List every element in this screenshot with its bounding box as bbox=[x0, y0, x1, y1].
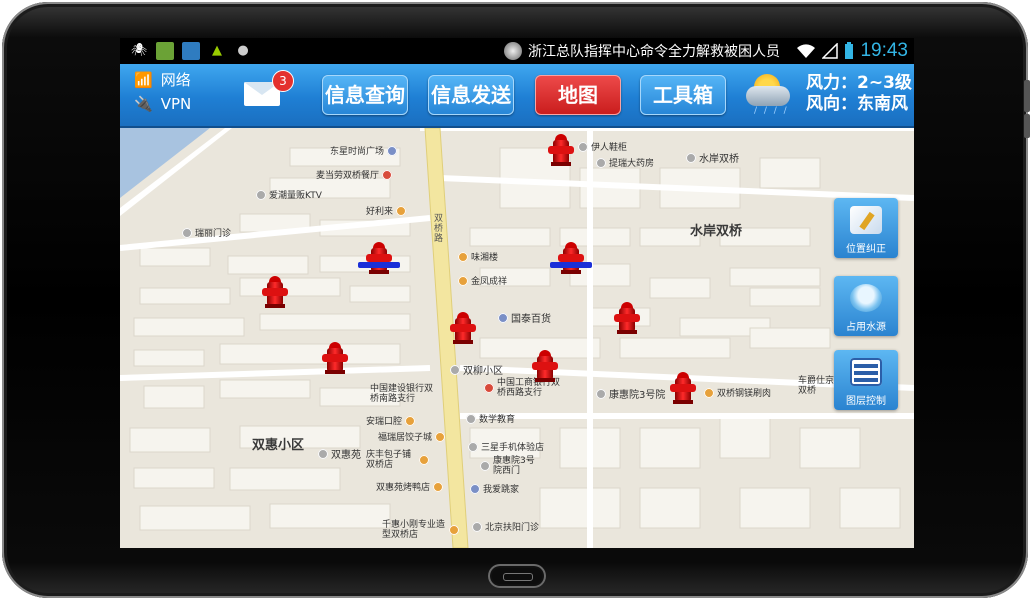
poi-label[interactable]: 千惠小刚专业造型双桥店 bbox=[382, 520, 459, 540]
wind-info: 风力：2~3级 风向：东南风 bbox=[806, 73, 912, 115]
water-bowl-icon bbox=[850, 284, 882, 312]
poi-label[interactable]: 北京扶阳门诊 bbox=[472, 520, 539, 533]
sim-card-icon bbox=[156, 42, 174, 60]
hydrant-marker[interactable] bbox=[532, 350, 558, 382]
poi-label[interactable]: 福瑞居饺子城 bbox=[378, 430, 446, 443]
position-correction-icon bbox=[850, 206, 882, 234]
poi-label[interactable]: 提瑞大药房 bbox=[596, 156, 654, 169]
signal-icon bbox=[822, 43, 839, 59]
poi-label[interactable]: 康惠院3号院西门 bbox=[480, 456, 541, 476]
poi-label[interactable]: 东星时尚广场 bbox=[330, 144, 398, 157]
app-screen: 🕷 ▲ ● 浙江总队指挥中心命令全力解救被困人员 19:43 📶 网络 🔌 VPN … bbox=[120, 38, 914, 548]
poi-label[interactable]: 车爵仕京双桥 bbox=[798, 376, 834, 396]
poi-label[interactable]: 瑞丽门诊 bbox=[182, 226, 231, 239]
network-label: 网络 bbox=[160, 71, 191, 89]
hydrant-marker[interactable] bbox=[450, 312, 476, 344]
hydrant-marker[interactable] bbox=[548, 134, 574, 166]
map-view[interactable]: 东星时尚广场 麦当劳双桥餐厅 爱潮量贩KTV 好利来 瑞丽门诊 伊人鞋柜 提瑞大… bbox=[120, 128, 914, 548]
battery-icon bbox=[845, 42, 854, 59]
poi-label[interactable]: 爱潮量贩KTV bbox=[256, 188, 322, 201]
wifi-status-icon: 📶 bbox=[134, 71, 153, 89]
poi-label[interactable]: 味湘楼 bbox=[458, 250, 498, 263]
poi-label[interactable]: 中国建设银行双桥南路支行 bbox=[370, 384, 434, 404]
poi-label[interactable]: 我爱跳家 bbox=[470, 482, 519, 495]
hydrant-marker-selected[interactable] bbox=[358, 242, 400, 274]
water-source-button[interactable]: 占用水源 bbox=[834, 276, 898, 336]
network-status: 📶 网络 🔌 VPN bbox=[134, 68, 191, 116]
poi-label[interactable]: 伊人鞋柜 bbox=[578, 140, 627, 153]
usb-debug-icon: 🕷 bbox=[130, 43, 148, 58]
poi-label[interactable]: 康惠院3号院 bbox=[596, 386, 665, 401]
volume-button[interactable] bbox=[1024, 114, 1030, 138]
position-correction-label: 位置纠正 bbox=[846, 244, 886, 255]
poi-label[interactable]: 麦当劳双桥餐厅 bbox=[316, 168, 393, 181]
water-source-label: 占用水源 bbox=[846, 322, 886, 333]
download-icon bbox=[182, 42, 200, 60]
area-label: 水岸双桥 bbox=[690, 224, 743, 239]
hydrant-marker[interactable] bbox=[322, 342, 348, 374]
hydrant-marker[interactable] bbox=[670, 372, 696, 404]
poi-label[interactable]: 双惠苑烤鸭店 bbox=[376, 480, 444, 493]
hydrant-marker[interactable] bbox=[614, 302, 640, 334]
info-query-button[interactable]: 信息查询 bbox=[322, 75, 408, 115]
wind-force: 风力：2~3级 bbox=[806, 73, 912, 93]
poi-label[interactable]: 庆丰包子铺双桥店 bbox=[366, 450, 429, 470]
mail-count-badge: 3 bbox=[272, 70, 294, 92]
top-toolbar: 📶 网络 🔌 VPN 3 信息查询 信息发送 地图 工具箱 / / / / 风力：2… bbox=[120, 64, 914, 128]
info-send-button[interactable]: 信息发送 bbox=[428, 75, 514, 115]
toolbox-button[interactable]: 工具箱 bbox=[640, 75, 726, 115]
area-label: 双惠小区 bbox=[252, 438, 305, 453]
poi-label[interactable]: 数学教育 bbox=[466, 412, 515, 425]
weather-icon: / / / / bbox=[746, 72, 790, 116]
map-button[interactable]: 地图 bbox=[535, 75, 621, 115]
wind-direction: 风向：东南风 bbox=[806, 94, 908, 114]
poi-label[interactable]: 国泰百货 bbox=[498, 310, 551, 325]
hydrant-marker-selected[interactable] bbox=[550, 242, 592, 274]
android-icon: ▲ bbox=[212, 43, 222, 58]
notification-icon bbox=[504, 42, 522, 60]
clock: 19:43 bbox=[860, 40, 908, 61]
poi-label[interactable]: 双柳小区 bbox=[450, 362, 503, 377]
layer-control-button[interactable]: 图层控制 bbox=[834, 350, 898, 410]
mail-button[interactable]: 3 bbox=[244, 70, 294, 108]
status-bar: 🕷 ▲ ● 浙江总队指挥中心命令全力解救被困人员 19:43 bbox=[120, 38, 914, 64]
layers-icon bbox=[850, 358, 882, 386]
hydrant-marker[interactable] bbox=[262, 276, 288, 308]
poi-label[interactable]: 双惠苑 bbox=[318, 446, 361, 461]
wifi-icon bbox=[797, 44, 816, 58]
poi-label[interactable]: 好利来 bbox=[366, 204, 407, 217]
notification-text: 浙江总队指挥中心命令全力解救被困人员 bbox=[528, 44, 780, 60]
poi-label[interactable]: 安瑞口腔 bbox=[366, 414, 416, 427]
poi-label[interactable]: 水岸双桥 bbox=[686, 150, 739, 165]
cat-icon: ● bbox=[237, 43, 249, 58]
poi-label[interactable]: 金凤成祥 bbox=[458, 274, 507, 287]
position-correction-button[interactable]: 位置纠正 bbox=[834, 198, 898, 258]
vpn-label: VPN bbox=[160, 95, 192, 113]
vpn-plug-icon: 🔌 bbox=[134, 95, 153, 113]
road-label: 双桥路 bbox=[434, 214, 444, 244]
poi-label[interactable]: 三星手机体验店 bbox=[468, 440, 544, 453]
notification-ticker: 浙江总队指挥中心命令全力解救被困人员 bbox=[504, 41, 780, 61]
poi-label[interactable]: 双桥钢镁刷肉 bbox=[704, 386, 771, 399]
home-button[interactable] bbox=[488, 564, 546, 588]
power-button[interactable] bbox=[1024, 80, 1030, 112]
layer-control-label: 图层控制 bbox=[846, 396, 886, 407]
